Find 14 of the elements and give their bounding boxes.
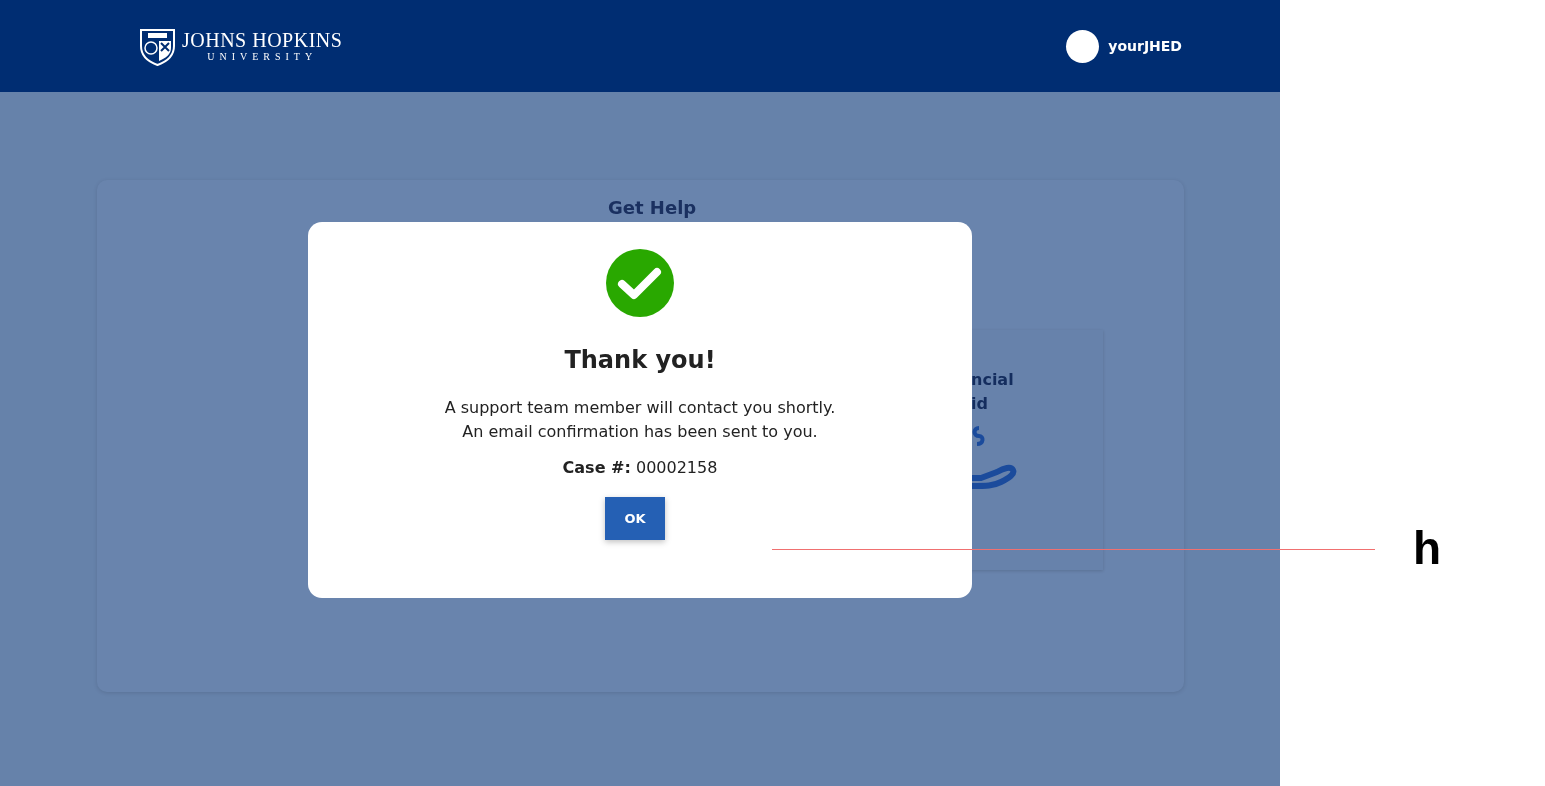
tile-label: ncial [971,369,1015,391]
shield-logo-icon [139,26,176,66]
avatar-icon[interactable] [1066,29,1100,63]
card-title: Get Help [608,196,698,220]
logo-wordmark: JOHNS HOPKINS [182,29,343,51]
user-label[interactable]: yourJHED [1108,38,1182,54]
logo-subtitle: UNIVERSITY [207,51,318,63]
dialog-title: Thank you! [564,346,716,374]
ok-button[interactable]: OK [605,497,665,540]
annotation-label: h [1413,521,1442,576]
check-icon [605,248,675,318]
dialog-message: A support team member will contact you shortly. An email confirmation has been sent to you. [444,397,836,443]
tile-label: id [971,393,989,415]
case-number: Case #: 00002158 [562,458,718,477]
